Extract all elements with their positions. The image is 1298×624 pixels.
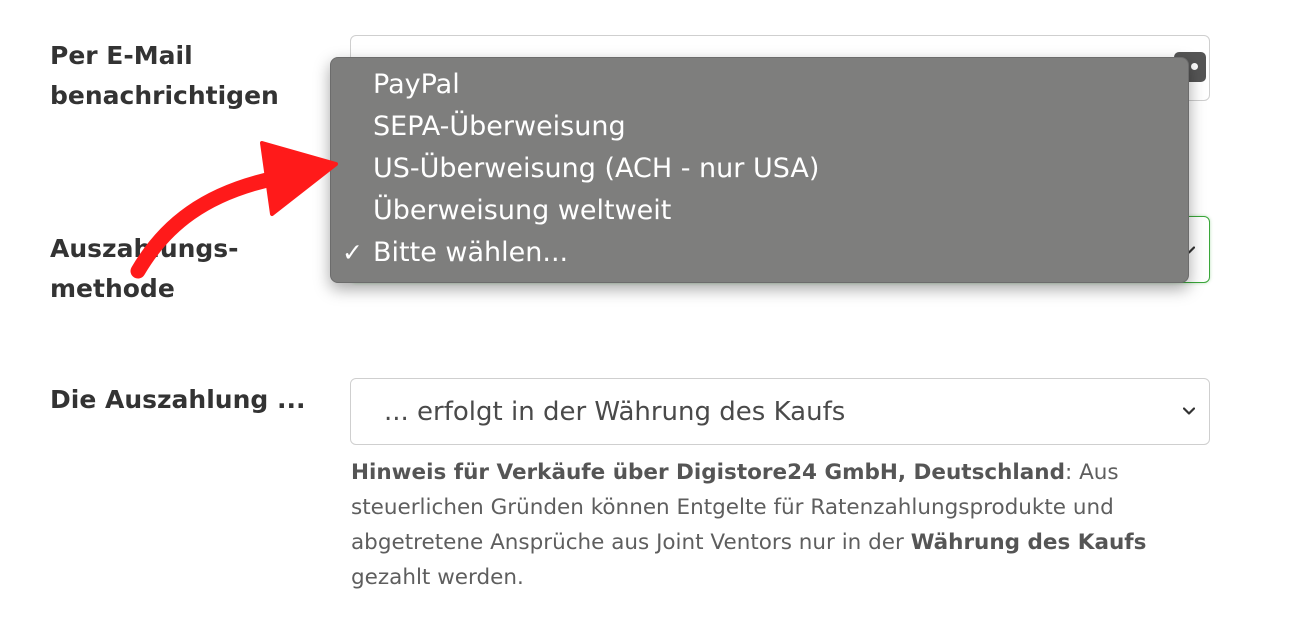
tax-hint-bold-intro: Hinweis für Verkäufe über Digistore24 Gm… [351,460,1065,485]
payout-method-label-line2: methode [50,274,175,303]
dropdown-option-please-choose[interactable]: ✓ Bitte wählen... [331,232,1188,274]
email-notify-label: Per E-Mail benachrichtigen [50,36,279,116]
option-label: Überweisung weltweit [373,195,672,226]
chevron-down-icon [1183,407,1195,415]
payout-currency-value: ... erfolgt in der Währung des Kaufs [384,397,846,427]
dropdown-option-worldwide[interactable]: Überweisung weltweit [331,190,1188,232]
payout-currency-label: Die Auszahlung ... [50,385,306,414]
checkmark-icon: ✓ [342,238,363,267]
payout-method-dropdown-menu: PayPal SEPA-Überweisung US-Überweisung (… [330,57,1189,283]
option-label: US-Überweisung (ACH - nur USA) [373,153,820,184]
payout-method-label-line1: Auszahlungs- [50,234,239,263]
payout-currency-select[interactable]: ... erfolgt in der Währung des Kaufs [350,378,1210,445]
dropdown-option-us-ach[interactable]: US-Überweisung (ACH - nur USA) [331,148,1188,190]
email-notify-label-line1: Per E-Mail [50,41,193,70]
tax-hint-bold-currency: Währung des Kaufs [910,530,1147,555]
dropdown-option-sepa[interactable]: SEPA-Überweisung [331,106,1188,148]
tax-hint-end: gezahlt werden. [351,565,524,590]
option-label: Bitte wählen... [373,237,569,268]
email-notify-label-line2: benachrichtigen [50,81,279,110]
dropdown-option-paypal[interactable]: PayPal [331,64,1188,106]
payout-method-label: Auszahlungs- methode [50,229,239,309]
option-label: SEPA-Überweisung [373,111,626,142]
option-label: PayPal [373,69,460,100]
tax-hint-text: Hinweis für Verkäufe über Digistore24 Gm… [351,455,1221,595]
